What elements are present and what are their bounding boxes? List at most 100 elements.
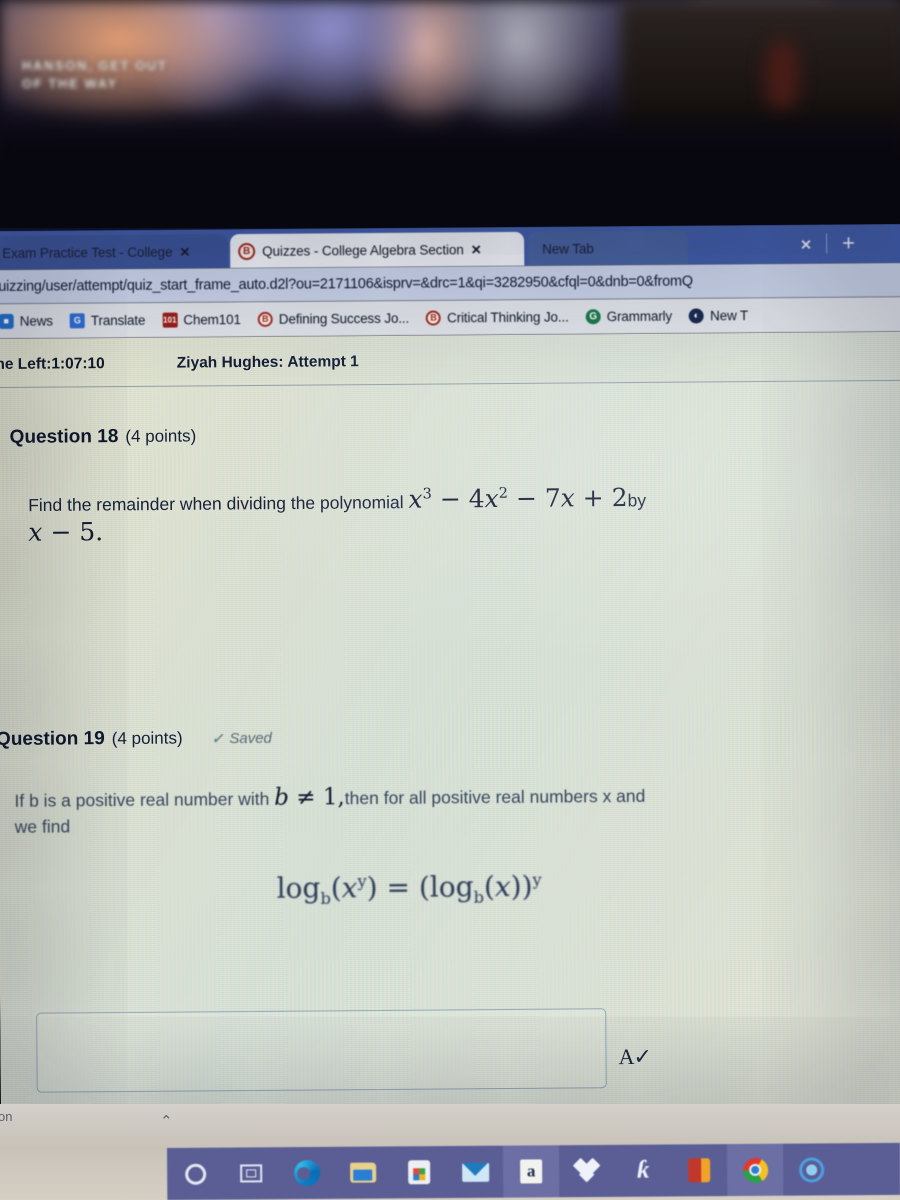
bookmark-news[interactable]: ■ News bbox=[0, 313, 53, 329]
question-18-prompt: Find the remainder when dividing the pol… bbox=[28, 478, 888, 548]
b-not-equal-one: b ≠ 1, bbox=[274, 784, 345, 811]
prompt-suffix: then for all positive real numbers x and bbox=[344, 785, 646, 809]
browser-window: al Exam Practice Test - College ✕ B Quiz… bbox=[0, 223, 900, 1136]
office-icon bbox=[688, 1158, 711, 1183]
spellcheck-icon[interactable]: A✓ bbox=[618, 1044, 651, 1070]
taskbar-item-dropbox[interactable] bbox=[559, 1145, 615, 1197]
bookmark-defining-success[interactable]: B Defining Success Jo... bbox=[257, 310, 410, 327]
question-number: Question 19 bbox=[0, 728, 105, 750]
brightspace-icon: B bbox=[257, 311, 273, 327]
mail-icon bbox=[461, 1162, 489, 1182]
video-red-object bbox=[765, 40, 799, 110]
taskbar-item-microsoft-store[interactable] bbox=[391, 1146, 447, 1198]
question-18-body: Find the remainder when dividing the pol… bbox=[28, 478, 888, 548]
tab-title: New Tab bbox=[542, 240, 594, 257]
polynomial-expression: x3 − 4x2 − 7x + 2 bbox=[408, 483, 628, 515]
prompt-prefix: If b is a positive real number with bbox=[14, 788, 270, 811]
globe-icon: ◐ bbox=[689, 307, 705, 324]
chevron-up-icon[interactable]: ⌃ bbox=[160, 1112, 173, 1130]
answer-input-question-18[interactable] bbox=[36, 1008, 607, 1093]
bookmark-critical-thinking[interactable]: B Critical Thinking Jo... bbox=[426, 308, 569, 326]
question-18: Question 18 (4 points) bbox=[10, 420, 900, 449]
letterbox-band bbox=[0, 160, 900, 232]
video-subtitle: HANSON, GET OUT OF THE WAY bbox=[22, 57, 262, 93]
lightning-icon: ƙ bbox=[636, 1156, 650, 1184]
new-tab-button[interactable]: + bbox=[842, 230, 855, 255]
dropbox-icon bbox=[572, 1157, 601, 1183]
saved-label: Saved bbox=[229, 729, 272, 748]
video-lower-dark bbox=[0, 110, 900, 165]
check-icon: ✓ bbox=[211, 730, 224, 747]
bookmark-label: Translate bbox=[90, 312, 146, 328]
taskbar-item-file-explorer[interactable] bbox=[335, 1146, 391, 1198]
bookmark-label: Defining Success Jo... bbox=[278, 310, 410, 327]
question-19-body: If b is a positive real number with b ≠ … bbox=[14, 780, 900, 840]
tab-title: Quizzes - College Algebra Section bbox=[262, 241, 464, 259]
bookmark-new-tab-link[interactable]: ◐ New T bbox=[689, 307, 749, 324]
tab-quizzes-college-algebra[interactable]: B Quizzes - College Algebra Section ✕ bbox=[230, 231, 525, 269]
desktop-sheen bbox=[0, 1104, 900, 1148]
bookmark-chem101[interactable]: 101 Chem101 bbox=[162, 312, 241, 328]
taskbar-item-cortana[interactable] bbox=[167, 1148, 223, 1200]
close-icon[interactable]: ✕ bbox=[179, 244, 190, 259]
subtitle-line-2: OF THE WAY bbox=[22, 76, 118, 91]
taskbar-item-task-view[interactable] bbox=[223, 1147, 279, 1199]
subtitle-line-1: HANSON, GET OUT bbox=[22, 58, 168, 73]
question-19: Question 19 (4 points) ✓ Saved bbox=[0, 722, 900, 751]
url-text: quizzing/user/attempt/quiz_start_frame_a… bbox=[0, 273, 693, 295]
taskbar-item-chrome[interactable] bbox=[726, 1143, 784, 1197]
quiz-header: me Left:1:07:10 Ziyah Hughes: Attempt 1 bbox=[0, 336, 900, 387]
question-19-prompt: If b is a positive real number with b ≠ … bbox=[14, 780, 900, 840]
chem101-icon: 101 bbox=[162, 312, 178, 328]
divisor-expression: x − 5. bbox=[28, 517, 104, 548]
bookmark-label: Chem101 bbox=[183, 311, 241, 328]
question-points: (4 points) bbox=[125, 426, 197, 446]
microsoft-store-icon bbox=[408, 1160, 431, 1185]
amazon-icon: a bbox=[520, 1159, 543, 1184]
file-explorer-icon bbox=[350, 1162, 377, 1183]
saved-status: ✓ Saved bbox=[212, 730, 272, 747]
bookmark-label: Grammarly bbox=[606, 308, 673, 324]
brightspace-icon: B bbox=[426, 309, 442, 326]
prompt-suffix: by bbox=[627, 490, 647, 511]
window-close-icon[interactable]: ✕ bbox=[800, 237, 812, 254]
toolbar-divider bbox=[826, 233, 828, 254]
brightspace-icon: B bbox=[238, 242, 256, 260]
taskbar-item-lightning[interactable]: ƙ bbox=[615, 1144, 671, 1196]
epic-icon bbox=[798, 1156, 824, 1183]
tab-final-exam-practice-test[interactable]: al Exam Practice Test - College ✕ bbox=[0, 234, 229, 271]
bookmark-label: New T bbox=[710, 307, 749, 323]
prompt-prefix: Find the remainder when dividing the pol… bbox=[28, 492, 404, 516]
translate-icon: G bbox=[69, 312, 85, 328]
question-number: Question 18 bbox=[9, 426, 119, 448]
log-identity: logb(xy) = (logb(x))y bbox=[276, 869, 542, 909]
taskbar-item-edge[interactable] bbox=[279, 1147, 335, 1199]
task-view-icon bbox=[240, 1164, 263, 1183]
bookmark-translate[interactable]: G Translate bbox=[69, 312, 146, 328]
bookmark-label: Critical Thinking Jo... bbox=[447, 308, 569, 325]
prompt-line-2: we find bbox=[14, 816, 71, 837]
bookmark-label: News bbox=[19, 313, 53, 329]
attempt-label: Ziyah Hughes: Attempt 1 bbox=[176, 353, 359, 372]
quiz-page: me Left:1:07:10 Ziyah Hughes: Attempt 1 … bbox=[0, 331, 900, 1136]
desktop-strip: on ⌃ a ƙ bbox=[0, 1104, 900, 1200]
taskbar-item-office[interactable] bbox=[671, 1144, 727, 1196]
taskbar-item-epic[interactable] bbox=[783, 1143, 839, 1195]
question-18-title: Question 18 (4 points) bbox=[10, 420, 900, 449]
taskbar-item-amazon[interactable]: a bbox=[502, 1145, 560, 1198]
question-19-title: Question 19 (4 points) ✓ Saved bbox=[0, 722, 900, 751]
tab-title: al Exam Practice Test - College bbox=[0, 244, 173, 261]
photo-of-screen: HANSON, GET OUT OF THE WAY al Exam Pract… bbox=[0, 0, 900, 1200]
grammarly-icon: G bbox=[585, 308, 601, 324]
taskbar-item-mail[interactable] bbox=[447, 1146, 503, 1198]
desktop-partial-text: on bbox=[0, 1109, 13, 1124]
question-points: (4 points) bbox=[111, 728, 183, 749]
cortana-icon bbox=[184, 1163, 206, 1185]
tab-new-tab[interactable]: New Tab bbox=[528, 230, 689, 266]
edge-icon bbox=[294, 1159, 321, 1187]
bookmark-grammarly[interactable]: G Grammarly bbox=[585, 308, 673, 324]
video-screen: HANSON, GET OUT OF THE WAY bbox=[0, 0, 900, 165]
news-icon: ■ bbox=[0, 313, 14, 329]
chrome-icon bbox=[742, 1157, 768, 1183]
close-icon[interactable]: ✕ bbox=[471, 242, 482, 257]
